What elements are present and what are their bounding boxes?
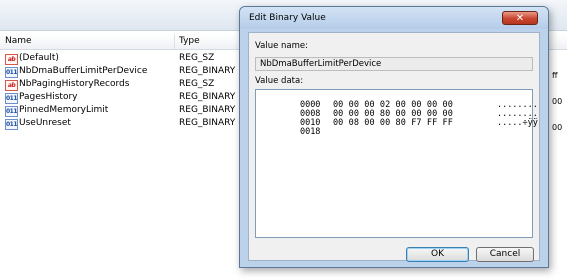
data-column-peek: ff <box>552 71 558 80</box>
column-divider[interactable] <box>174 34 175 49</box>
binary-value-icon: 011 <box>5 106 18 117</box>
hex-ascii[interactable]: .....÷ÿÿ <box>497 119 538 128</box>
ok-button[interactable]: OK <box>406 247 469 262</box>
value-name: NbPagingHistoryRecords <box>19 79 130 89</box>
name-column-header[interactable]: Name <box>5 36 32 46</box>
value-name-label: Value name: <box>255 41 309 51</box>
type-column-header[interactable]: Type <box>179 36 200 46</box>
value-type: REG_BINARY <box>179 105 236 115</box>
value-type: REG_BINARY <box>179 92 236 102</box>
dialog-title: Edit Binary Value <box>249 13 326 23</box>
dialog-titlebar[interactable]: Edit Binary Value ✕ <box>240 7 548 29</box>
value-name-field: NbDmaBufferLimitPerDevice <box>255 57 533 71</box>
string-value-icon: ab <box>5 54 18 65</box>
value-name: PagesHistory <box>19 92 78 102</box>
value-type: REG_SZ <box>179 53 215 63</box>
hex-row: 0018 <box>259 119 497 146</box>
edit-binary-value-dialog: Edit Binary Value ✕ Value name: NbDmaBuf… <box>239 6 549 268</box>
value-type: REG_SZ <box>179 79 215 89</box>
binary-value-icon: 011 <box>5 119 18 130</box>
data-column-peek: 00 <box>552 123 563 132</box>
binary-value-icon: 011 <box>5 67 18 78</box>
value-data-label: Value data: <box>255 76 304 86</box>
dialog-body: Value name: NbDmaBufferLimitPerDevice Va… <box>248 32 540 262</box>
value-name: NbDmaBufferLimitPerDevice <box>19 66 148 76</box>
value-name: PinnedMemoryLimit <box>19 105 109 115</box>
string-value-icon: ab <box>5 80 18 91</box>
data-column-peek: 00 <box>552 97 563 106</box>
value-type: REG_BINARY <box>179 66 236 76</box>
value-name: (Default) <box>19 53 59 63</box>
close-icon: ✕ <box>515 13 525 24</box>
value-data-editor[interactable]: 0000 00 00 00 02 00 00 00 00........ 0008… <box>255 89 538 238</box>
value-name: UseUnreset <box>19 118 71 128</box>
cancel-button[interactable]: Cancel <box>476 247 534 262</box>
hex-offset: 0018 <box>299 127 321 137</box>
close-button[interactable]: ✕ <box>502 11 538 25</box>
value-type: REG_BINARY <box>179 118 236 128</box>
binary-value-icon: 011 <box>5 93 18 104</box>
